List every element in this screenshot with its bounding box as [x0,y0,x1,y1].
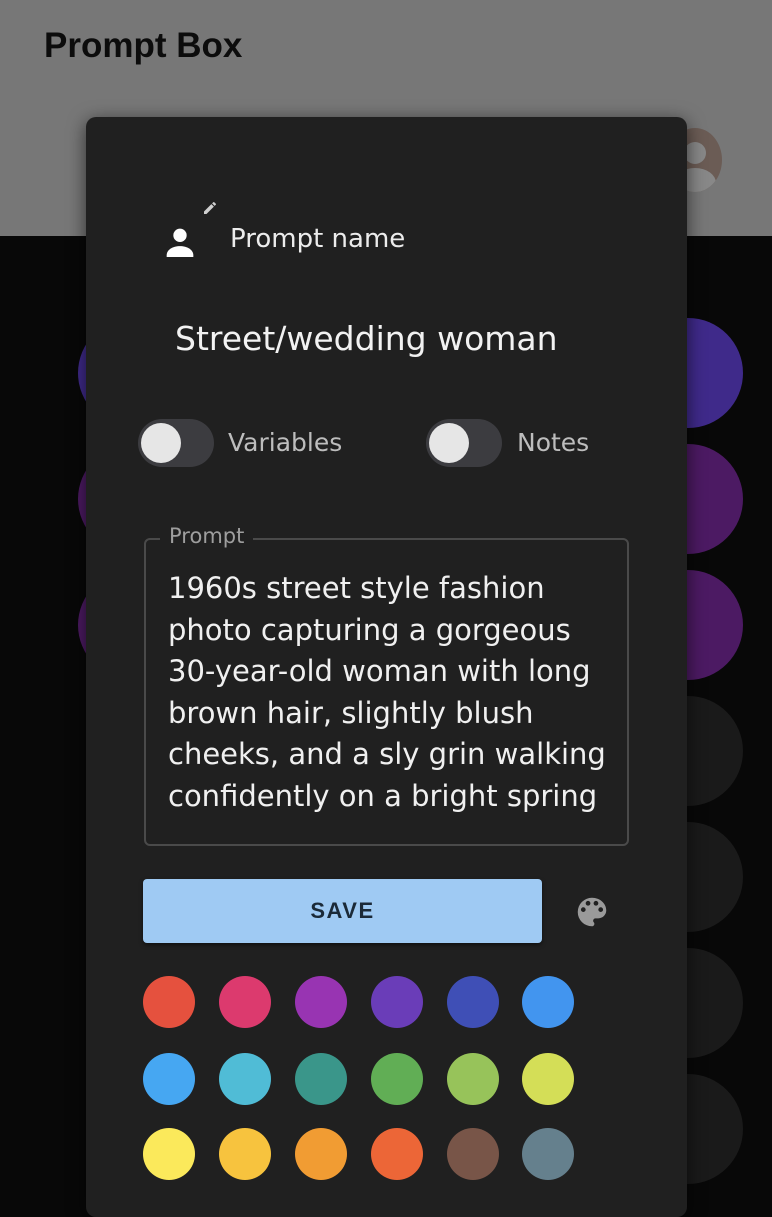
color-swatch[interactable] [295,1053,347,1105]
color-swatch[interactable] [219,1053,271,1105]
color-swatch[interactable] [522,1128,574,1180]
app-title: Prompt Box [44,26,243,65]
color-swatch[interactable] [371,1128,423,1180]
prompt-field-label: Prompt [160,524,254,548]
prompt-name-label: Prompt name [230,224,406,254]
color-swatch[interactable] [295,976,347,1028]
color-swatch[interactable] [143,1128,195,1180]
variables-label: Variables [228,428,343,457]
notes-label: Notes [517,428,590,457]
save-button[interactable]: SAVE [143,879,542,943]
color-swatch[interactable] [371,1053,423,1105]
color-swatch[interactable] [219,1128,271,1180]
color-swatch[interactable] [371,976,423,1028]
person-icon[interactable] [160,222,200,262]
prompt-text[interactable]: 1960s street style fashion photo capturi… [168,568,620,818]
palette-icon[interactable] [573,893,611,931]
toggle-knob [429,423,469,463]
color-swatch[interactable] [447,1053,499,1105]
color-swatch[interactable] [219,976,271,1028]
color-swatch[interactable] [143,976,195,1028]
color-swatch[interactable] [522,1053,574,1105]
prompt-name-field[interactable]: Street/wedding woman [175,319,558,358]
color-swatch[interactable] [447,976,499,1028]
color-swatch[interactable] [447,1128,499,1180]
pencil-icon[interactable] [202,200,218,216]
color-swatch[interactable] [295,1128,347,1180]
notes-toggle[interactable] [426,419,502,467]
color-swatch[interactable] [143,1053,195,1105]
toggle-knob [141,423,181,463]
color-swatch[interactable] [522,976,574,1028]
variables-toggle[interactable] [138,419,214,467]
